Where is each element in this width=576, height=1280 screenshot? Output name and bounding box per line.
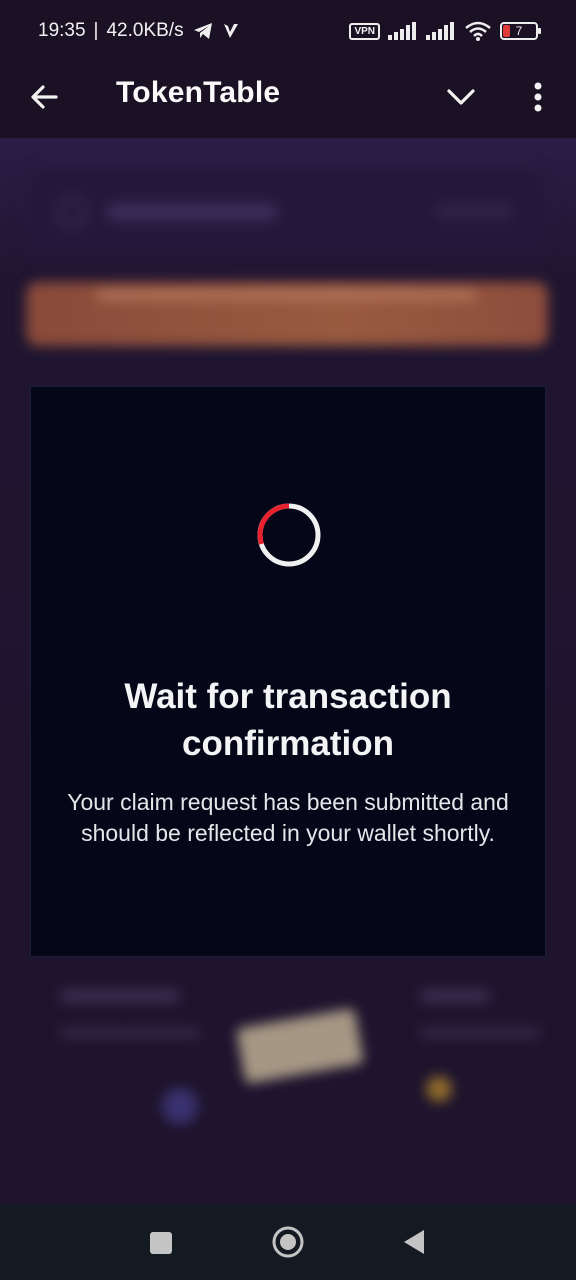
blurred-coin-image	[426, 1076, 452, 1102]
network-speed: 42.0KB/s	[106, 20, 184, 41]
blurred-orb-image	[162, 1088, 198, 1124]
home-icon[interactable]	[272, 1226, 304, 1258]
modal-description: Your claim request has been submitted an…	[67, 789, 509, 846]
blurred-wallet-card	[26, 168, 548, 254]
blurred-ticket-image	[236, 1008, 364, 1084]
signal-icon	[426, 22, 454, 40]
status-time: 19:35	[38, 20, 86, 41]
blurred-banner	[26, 282, 548, 346]
vpn-badge: VPN	[349, 22, 380, 40]
blurred-promo-section	[30, 968, 546, 1168]
status-right: VPN 7	[349, 21, 541, 41]
blurred-wallet-action	[437, 205, 513, 217]
signal-icon	[388, 22, 416, 40]
status-bar: 19:35 | 42.0KB/s VPN 7	[0, 0, 576, 62]
modal-title: Wait for transaction confirmation	[124, 677, 452, 763]
blurred-promo-title-2	[420, 990, 490, 1002]
screen: 19:35 | 42.0KB/s VPN 7 TokenTable Wait f…	[0, 0, 576, 1280]
battery-level: 7	[515, 24, 523, 38]
telegram-icon	[193, 23, 212, 39]
blurred-promo-text	[60, 1028, 200, 1038]
blurred-promo-text-2	[420, 1028, 540, 1038]
arrow-left-icon[interactable]	[28, 80, 62, 114]
blurred-promo-title	[60, 990, 180, 1002]
status-left: 19:35 | 42.0KB/s	[38, 20, 240, 42]
battery-icon: 7	[500, 22, 541, 40]
transaction-modal: Wait for transaction confirmation Your c…	[30, 386, 546, 957]
more-vertical-icon[interactable]	[526, 78, 550, 116]
navigation-bar	[0, 1204, 576, 1280]
wifi-icon	[465, 21, 491, 41]
blurred-wallet-icon	[57, 197, 87, 227]
loading-spinner-icon	[257, 503, 321, 567]
app-title: TokenTable	[116, 76, 281, 109]
recent-apps-icon[interactable]	[150, 1232, 172, 1254]
vpn-app-icon	[223, 24, 238, 38]
blurred-banner-text	[96, 290, 476, 300]
app-bar: TokenTable	[0, 62, 576, 138]
blurred-wallet-address	[107, 203, 277, 221]
status-separator: |	[93, 20, 99, 41]
back-icon[interactable]	[402, 1228, 426, 1256]
chevron-down-icon[interactable]	[444, 80, 478, 114]
